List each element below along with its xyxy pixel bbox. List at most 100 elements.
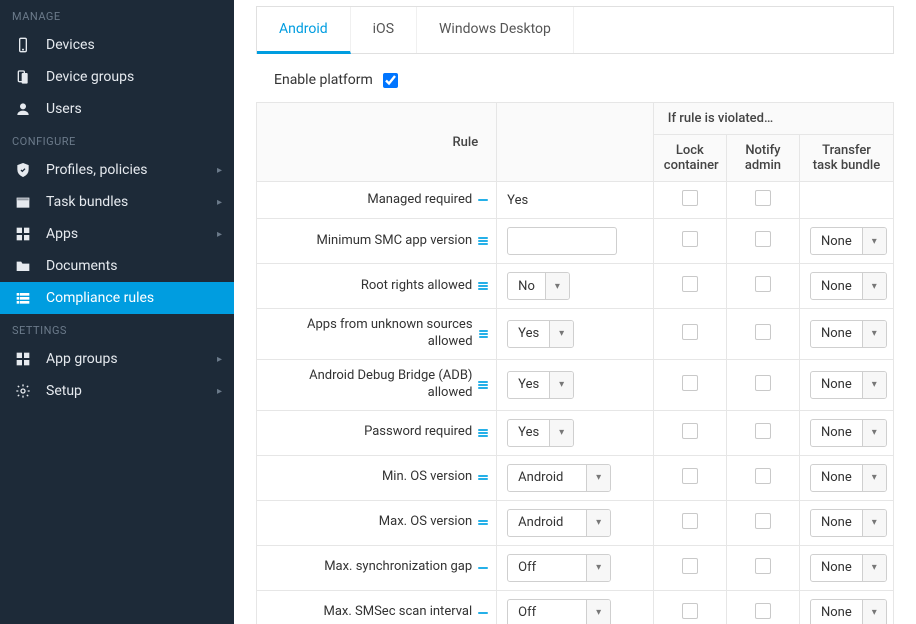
value-select[interactable]: None▾ — [810, 464, 887, 492]
chevron-down-icon[interactable]: ▾ — [586, 600, 610, 624]
notify-admin-checkbox[interactable] — [755, 276, 771, 292]
sidebar-item-task-bundles[interactable]: Task bundles ▸ — [0, 186, 234, 218]
lock-container-checkbox[interactable] — [682, 603, 698, 619]
chevron-down-icon[interactable]: ▾ — [549, 372, 573, 398]
sidebar-item-app-groups[interactable]: App groups▸ — [0, 343, 234, 375]
lock-container-checkbox[interactable] — [682, 513, 698, 529]
notify-admin-checkbox[interactable] — [755, 513, 771, 529]
select-value: None — [811, 600, 862, 624]
lock-container-cell — [653, 309, 726, 360]
notify-admin-cell — [726, 500, 799, 545]
rule-value-cell: Yes — [497, 182, 654, 219]
notify-admin-checkbox[interactable] — [755, 423, 771, 439]
lock-container-checkbox[interactable] — [682, 190, 698, 206]
value-text: Yes — [507, 193, 528, 208]
value-select[interactable]: None▾ — [810, 419, 887, 447]
rule-name-cell: Apps from unknown sources allowed — [257, 309, 497, 360]
enable-platform-checkbox[interactable] — [383, 73, 398, 88]
notify-admin-checkbox[interactable] — [755, 231, 771, 247]
chevron-down-icon[interactable]: ▾ — [862, 228, 886, 254]
value-select[interactable]: No▾ — [507, 272, 570, 300]
chevron-right-icon: ▸ — [217, 197, 222, 208]
lock-container-checkbox[interactable] — [682, 375, 698, 391]
main-panel: AndroidiOSWindows Desktop Enable platfor… — [234, 0, 916, 624]
lock-container-checkbox[interactable] — [682, 423, 698, 439]
sidebar-item-device-groups[interactable]: Device groups — [0, 61, 234, 93]
sidebar-item-devices[interactable]: Devices — [0, 29, 234, 61]
value-select[interactable]: None▾ — [810, 320, 887, 348]
chevron-down-icon[interactable]: ▾ — [545, 273, 569, 299]
sidebar-item-compliance-rules[interactable]: Compliance rules — [0, 282, 234, 314]
rule-value-cell: Yes▾ — [497, 309, 654, 360]
chevron-down-icon[interactable]: ▾ — [862, 555, 886, 581]
tab-ios[interactable]: iOS — [351, 7, 417, 53]
table-row: Root rights allowedNo▾None▾ — [257, 264, 894, 309]
rule-label: Max. SMSec scan interval — [324, 604, 473, 621]
value-select[interactable]: Yes▾ — [507, 371, 574, 399]
select-value: Android — [508, 510, 586, 536]
lock-container-checkbox[interactable] — [682, 558, 698, 574]
phones-stack-icon — [12, 69, 34, 85]
value-select[interactable]: Android▾ — [507, 509, 611, 537]
lock-container-checkbox[interactable] — [682, 276, 698, 292]
value-select[interactable]: Off▾ — [507, 599, 611, 624]
notify-admin-checkbox[interactable] — [755, 375, 771, 391]
chevron-down-icon[interactable]: ▾ — [586, 555, 610, 581]
chevron-down-icon[interactable]: ▾ — [862, 600, 886, 624]
value-select[interactable]: Yes▾ — [507, 320, 574, 348]
chevron-down-icon[interactable]: ▾ — [862, 465, 886, 491]
sidebar-item-documents[interactable]: Documents — [0, 250, 234, 282]
value-select[interactable]: Off▾ — [507, 554, 611, 582]
notify-admin-checkbox[interactable] — [755, 603, 771, 619]
chevron-down-icon[interactable]: ▾ — [549, 420, 573, 446]
tab-windows-desktop[interactable]: Windows Desktop — [417, 7, 574, 53]
sidebar-item-profiles-policies[interactable]: Profiles, policies▸ — [0, 154, 234, 186]
shield-icon — [12, 162, 34, 178]
lock-container-cell — [653, 590, 726, 624]
enable-platform-label: Enable platform — [274, 72, 373, 88]
value-select[interactable]: None▾ — [810, 599, 887, 624]
lock-container-checkbox[interactable] — [682, 324, 698, 340]
notify-admin-checkbox[interactable] — [755, 558, 771, 574]
select-value: None — [811, 321, 862, 347]
chevron-down-icon[interactable]: ▾ — [586, 465, 610, 491]
lock-container-checkbox[interactable] — [682, 231, 698, 247]
value-select[interactable]: None▾ — [810, 509, 887, 537]
rule-name-cell: Max. OS version — [257, 500, 497, 545]
chevron-down-icon[interactable]: ▾ — [862, 420, 886, 446]
tab-android[interactable]: Android — [257, 7, 351, 54]
lock-container-checkbox[interactable] — [682, 468, 698, 484]
value-select[interactable]: Yes▾ — [507, 419, 574, 447]
rule-value-cell — [497, 219, 654, 264]
sidebar-item-apps[interactable]: Apps▸ — [0, 218, 234, 250]
notify-admin-cell — [726, 410, 799, 455]
notify-admin-cell — [726, 545, 799, 590]
notify-admin-checkbox[interactable] — [755, 190, 771, 206]
lock-container-cell — [653, 545, 726, 590]
select-value: Yes — [508, 420, 549, 446]
notify-admin-checkbox[interactable] — [755, 324, 771, 340]
sidebar-item-label: Task bundles — [46, 194, 128, 210]
phone-icon — [12, 37, 34, 53]
chevron-down-icon[interactable]: ▾ — [862, 372, 886, 398]
rule-label: Max. OS version — [379, 514, 472, 531]
sidebar-item-setup[interactable]: Setup▸ — [0, 375, 234, 407]
chevron-down-icon[interactable]: ▾ — [549, 321, 573, 347]
value-select[interactable]: Android▾ — [507, 464, 611, 492]
transfer-bundle-cell: None▾ — [799, 309, 893, 360]
notify-admin-checkbox[interactable] — [755, 468, 771, 484]
value-select[interactable]: None▾ — [810, 554, 887, 582]
chevron-down-icon[interactable]: ▾ — [862, 510, 886, 536]
sidebar-section-title: MANAGE — [0, 0, 234, 29]
value-select[interactable]: None▾ — [810, 272, 887, 300]
chevron-down-icon[interactable]: ▾ — [862, 321, 886, 347]
rule-value-cell: Yes▾ — [497, 410, 654, 455]
chevron-down-icon[interactable]: ▾ — [862, 273, 886, 299]
chevron-down-icon[interactable]: ▾ — [586, 510, 610, 536]
value-select[interactable]: None▾ — [810, 371, 887, 399]
table-row: Max. synchronization gapOff▾None▾ — [257, 545, 894, 590]
value-select[interactable]: None▾ — [810, 227, 887, 255]
sidebar-item-users[interactable]: Users — [0, 93, 234, 125]
value-input[interactable] — [507, 227, 617, 255]
lock-container-cell — [653, 219, 726, 264]
